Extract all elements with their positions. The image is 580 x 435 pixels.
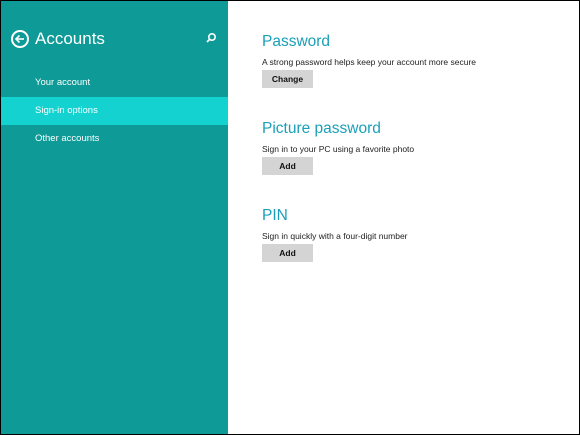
password-section: Password A strong password helps keep yo…: [262, 32, 476, 88]
sidebar-item-other-accounts[interactable]: Other accounts: [1, 125, 228, 153]
section-title: PIN: [262, 207, 288, 224]
add-pin-button[interactable]: Add: [262, 244, 313, 262]
sidebar-header: Accounts: [11, 29, 218, 55]
section-title: Password: [262, 33, 331, 50]
add-picture-password-button[interactable]: Add: [262, 157, 313, 175]
sidebar-item-your-account[interactable]: Your account: [1, 69, 228, 97]
page-title: Accounts: [35, 29, 105, 48]
sidebar-item-label: Sign-in options: [35, 105, 98, 116]
sidebar-item-sign-in-options[interactable]: Sign-in options: [1, 97, 228, 125]
sidebar-item-label: Your account: [35, 77, 91, 88]
section-title: Picture password: [262, 120, 381, 137]
sidebar: Accounts Your account Sign-in options Ot…: [1, 1, 228, 434]
pin-section: PIN Sign in quickly with a four-digit nu…: [262, 206, 408, 262]
back-arrow-circle-icon[interactable]: [11, 30, 29, 48]
search-icon[interactable]: [204, 31, 218, 47]
section-description: Sign in to your PC using a favorite phot…: [262, 144, 415, 154]
main-content: Password A strong password helps keep yo…: [228, 1, 579, 434]
change-password-button[interactable]: Change: [262, 70, 313, 88]
section-description: Sign in quickly with a four-digit number: [262, 231, 408, 241]
sidebar-item-label: Other accounts: [35, 133, 100, 144]
picture-password-section: Picture password Sign in to your PC usin…: [262, 119, 414, 175]
settings-window: Accounts Your account Sign-in options Ot…: [0, 0, 580, 435]
section-description: A strong password helps keep your accoun…: [262, 57, 477, 67]
